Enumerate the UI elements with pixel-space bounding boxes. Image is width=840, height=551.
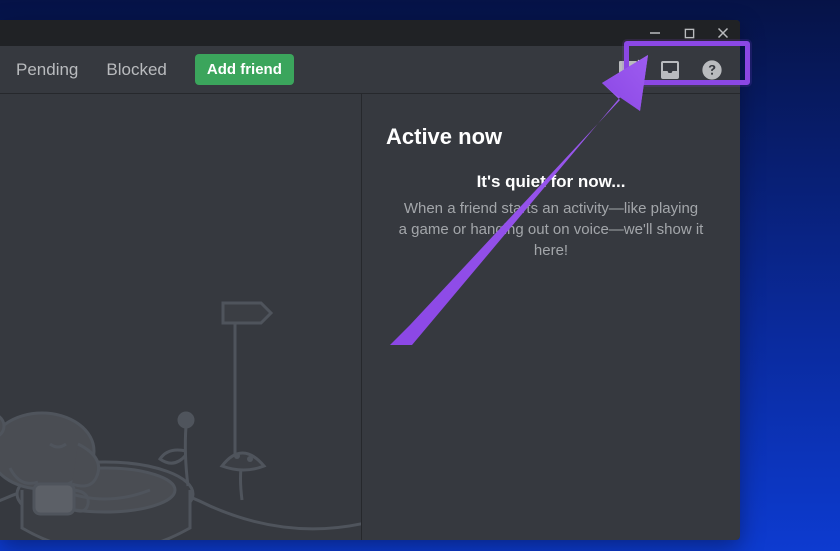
add-friend-button[interactable]: Add friend xyxy=(195,54,294,85)
help-icon xyxy=(701,59,723,81)
inbox-button[interactable] xyxy=(658,58,682,82)
friends-tabs: Pending Blocked Add friend xyxy=(16,54,294,85)
new-group-dm-button[interactable]: + xyxy=(616,58,640,82)
plus-badge: + xyxy=(635,56,642,70)
close-button[interactable] xyxy=(706,20,740,46)
titlebar xyxy=(0,20,740,46)
toolbar-right: + xyxy=(616,58,724,82)
close-icon xyxy=(717,27,729,39)
wumpus-illustration xyxy=(0,276,362,540)
active-now-empty-title: It's quiet for now... xyxy=(398,172,704,192)
active-now-column: Active now It's quiet for now... When a … xyxy=(362,94,740,540)
active-now-heading: Active now xyxy=(386,124,716,150)
tab-pending[interactable]: Pending xyxy=(16,60,78,80)
desktop-background: Pending Blocked Add friend + xyxy=(0,0,840,551)
main-area: Active now It's quiet for now... When a … xyxy=(0,94,740,540)
toolbar: Pending Blocked Add friend + xyxy=(0,46,740,94)
window-controls xyxy=(638,20,740,46)
inbox-icon xyxy=(658,58,682,82)
maximize-icon xyxy=(684,28,695,39)
active-now-empty-body: When a friend starts an activity—like pl… xyxy=(398,198,704,261)
active-now-empty: It's quiet for now... When a friend star… xyxy=(386,172,716,261)
minimize-icon xyxy=(649,27,661,39)
help-button[interactable] xyxy=(700,58,724,82)
tab-blocked[interactable]: Blocked xyxy=(106,60,166,80)
maximize-button[interactable] xyxy=(672,20,706,46)
discord-window: Pending Blocked Add friend + xyxy=(0,20,740,540)
friends-list-column xyxy=(0,94,362,540)
minimize-button[interactable] xyxy=(638,20,672,46)
